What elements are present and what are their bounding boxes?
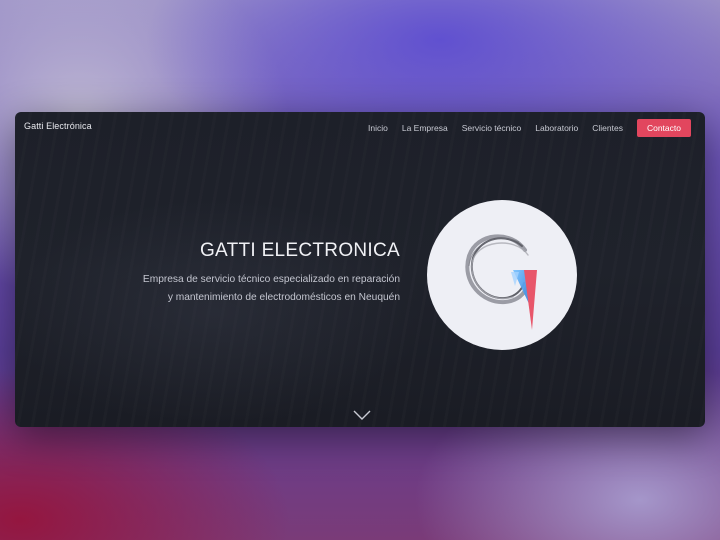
top-navbar: Gatti Electrónica Inicio La Empresa Serv… [15,112,705,142]
gatti-logo-icon [465,234,537,330]
nav-menu: Inicio La Empresa Servicio técnico Labor… [354,119,691,137]
nav-item-laboratorio[interactable]: Laboratorio [535,123,578,133]
nav-item-clientes[interactable]: Clientes [592,123,623,133]
nav-item-la-empresa[interactable]: La Empresa [402,123,448,133]
browser-window: Gatti Electrónica Inicio La Empresa Serv… [15,112,705,427]
hero-title: GATTI ELECTRONICA [199,240,400,261]
hero-text-block: GATTI ELECTRONICA Empresa de servicio té… [140,240,400,307]
brand-link[interactable]: Gatti Electrónica [24,121,92,131]
hero-subtitle: Empresa de servicio técnico especializad… [142,274,400,303]
nav-item-servicio-tecnico[interactable]: Servicio técnico [462,123,522,133]
nav-item-inicio[interactable]: Inicio [368,123,388,133]
logo-circle [427,200,577,350]
chevron-down-icon[interactable] [353,409,371,421]
contact-button[interactable]: Contacto [636,119,691,137]
